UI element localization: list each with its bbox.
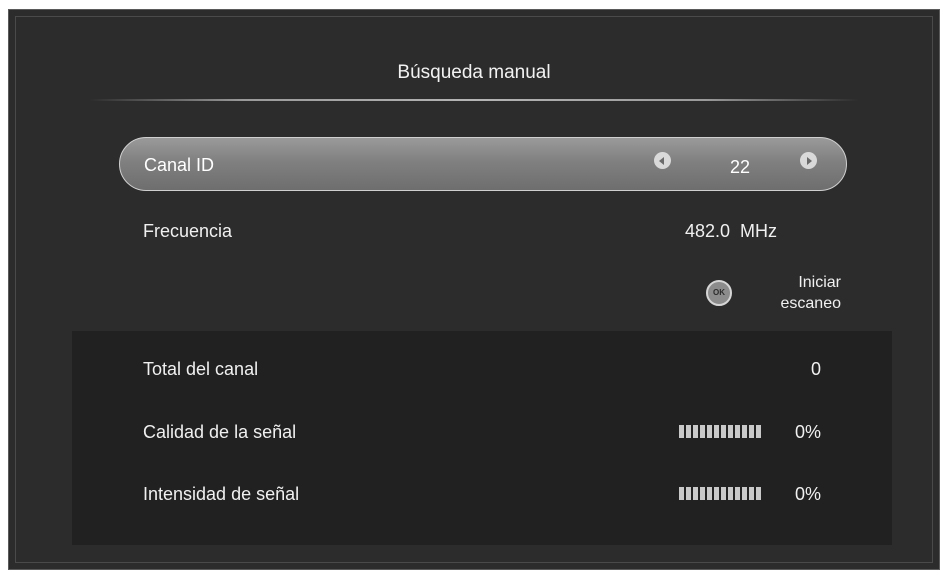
start-scan-label[interactable]: Iniciar escaneo: [751, 272, 842, 314]
canal-id-selector[interactable]: Canal ID 22: [119, 137, 847, 191]
signal-quality-meter: [679, 425, 763, 438]
channel-total-label: Total del canal: [143, 359, 259, 379]
signal-strength-meter: [679, 487, 763, 500]
arrow-right-icon[interactable]: [800, 152, 817, 169]
signal-strength-label: Intensidad de señal: [143, 484, 300, 504]
arrow-left-icon[interactable]: [654, 152, 671, 169]
signal-quality-value: 0%: [794, 422, 821, 442]
title-divider: [89, 99, 859, 101]
frequency-value: 482.0 MHz: [684, 221, 777, 241]
canal-id-value: 22: [729, 157, 751, 177]
ok-button-icon[interactable]: OK: [706, 280, 732, 306]
frequency-label: Frecuencia: [143, 221, 233, 241]
manual-search-dialog: Búsqueda manual Canal ID 22 Frecuencia 4…: [8, 9, 940, 570]
canal-id-label: Canal ID: [144, 155, 215, 175]
dialog-title: Búsqueda manual: [397, 62, 551, 83]
channel-total-value: 0: [810, 359, 821, 379]
signal-quality-label: Calidad de la señal: [143, 422, 297, 442]
signal-strength-value: 0%: [794, 484, 821, 504]
